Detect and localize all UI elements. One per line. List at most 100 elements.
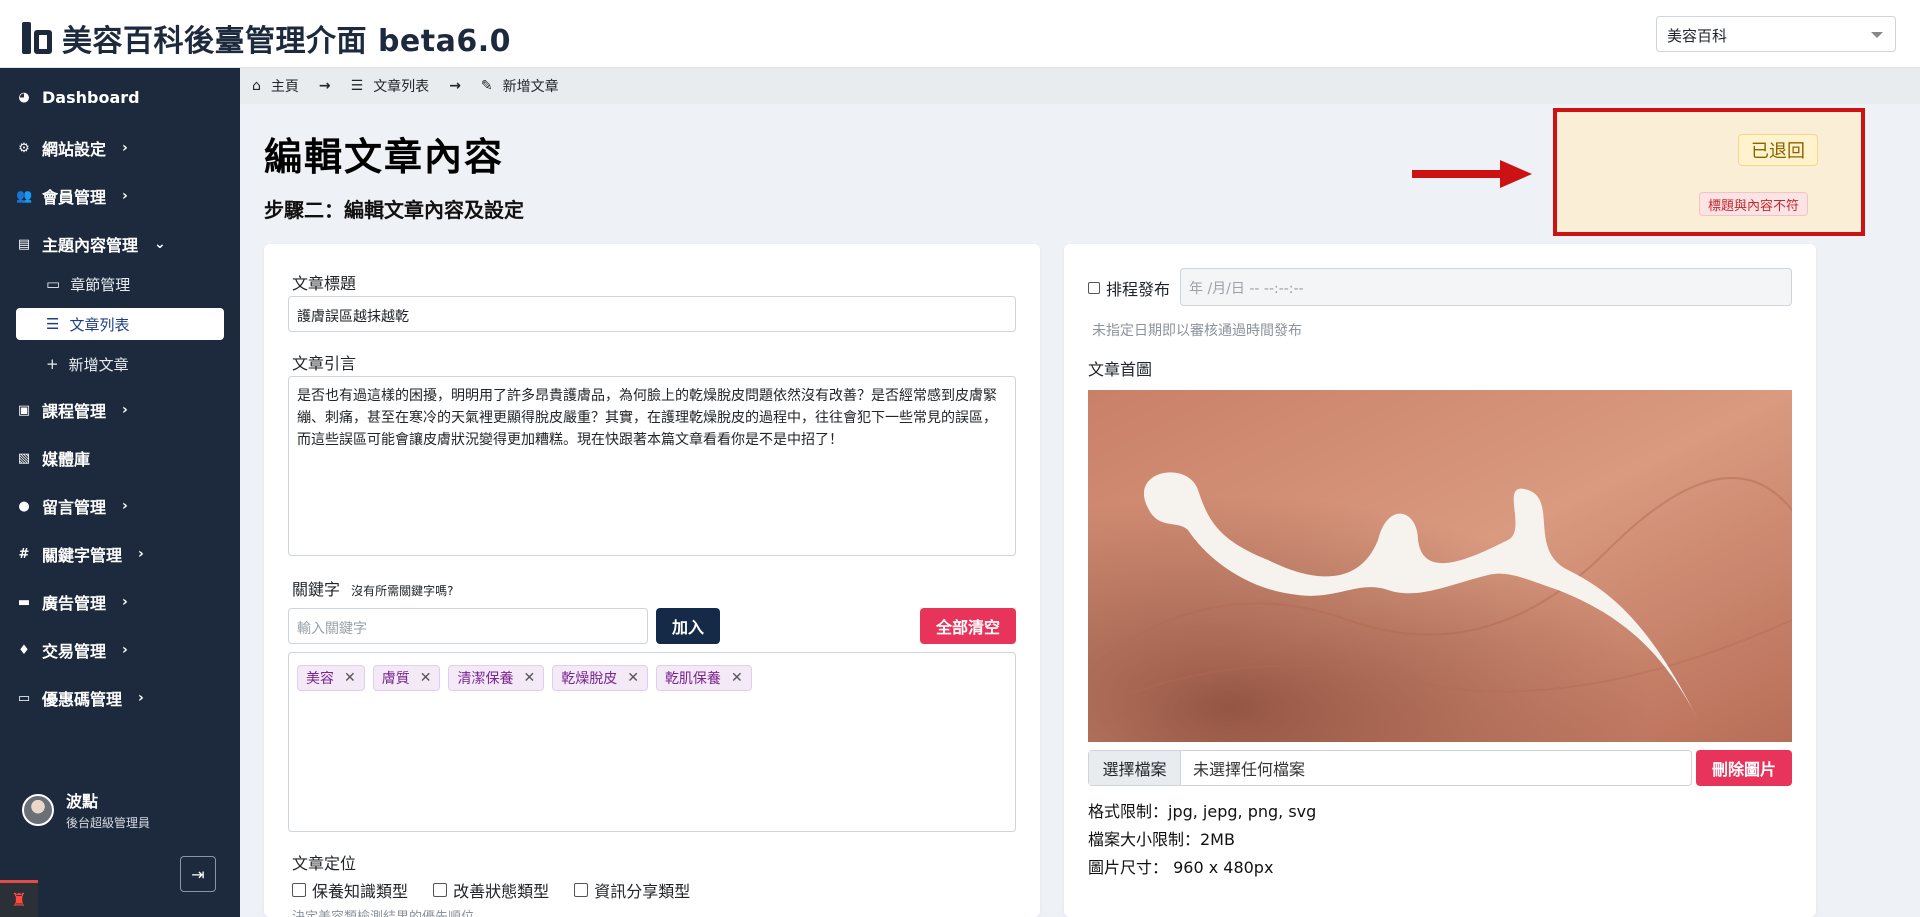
- sidebar-item-media[interactable]: ▧ 媒體庫: [16, 446, 90, 470]
- user-profile: 波點 後台超級管理員: [22, 788, 150, 831]
- schedule-label: 排程發布: [1106, 280, 1171, 299]
- palette-icon: ◕: [18, 90, 30, 105]
- sidebar-item-transactions[interactable]: ♦ 交易管理 ›: [16, 638, 128, 662]
- gear-icon: ⚙: [18, 140, 30, 156]
- keyword-tag[interactable]: 乾肌保養 ✕: [655, 665, 752, 691]
- sidebar-item-content[interactable]: ▤ 主題內容管理 ⌄: [16, 232, 166, 256]
- close-icon[interactable]: ✕: [420, 670, 432, 686]
- keyword-input[interactable]: 輸入關鍵字: [288, 608, 648, 644]
- logout-button[interactable]: ⇥: [180, 856, 216, 892]
- debugbar-icon[interactable]: ♜: [0, 880, 38, 917]
- excerpt-textarea[interactable]: 是否也有過這樣的困擾，明明用了許多昂貴護膚品，為何臉上的乾燥脫皮問題依然沒有改善…: [288, 376, 1016, 556]
- sidebar-sub-item-chapters[interactable]: ▭ 章節管理: [16, 268, 224, 300]
- sidebar-item-label: Dashboard: [42, 88, 140, 107]
- sidebar-item-coupons[interactable]: ▭ 優惠碼管理 ›: [16, 686, 144, 710]
- arrow-right-icon: →: [449, 78, 461, 94]
- choose-file-button[interactable]: 選擇檔案: [1089, 751, 1181, 785]
- page-subtitle: 步驟二：編輯文章內容及設定: [264, 198, 524, 222]
- close-icon[interactable]: ✕: [523, 670, 535, 686]
- keyword-tag-box[interactable]: 美容 ✕ 膚質 ✕ 清潔保養 ✕ 乾燥脫皮 ✕ 乾肌保養 ✕: [288, 652, 1016, 832]
- chevron-right-icon: ›: [122, 642, 128, 658]
- position-hint: 決定美容類檢測結果的優先順位: [292, 906, 474, 917]
- chevron-right-icon: ›: [138, 546, 144, 562]
- sidebar-item-site-settings[interactable]: ⚙ 網站設定 ›: [16, 136, 128, 160]
- sidebar-sub-item-label: 章節管理: [70, 275, 131, 294]
- site-selector-value: 美容百科: [1667, 27, 1728, 45]
- hdd-icon: ▭: [46, 275, 61, 293]
- home-icon: ⌂: [252, 78, 261, 94]
- keyword-tags: 美容 ✕ 膚質 ✕ 清潔保養 ✕ 乾燥脫皮 ✕ 乾肌保養 ✕: [297, 665, 752, 691]
- sidebar-item-comments[interactable]: ● 留言管理 ›: [16, 494, 128, 518]
- spec-format: 格式限制：jpg, jepg, png, svg: [1088, 802, 1317, 821]
- book-icon: ▣: [17, 402, 31, 418]
- sidebar-item-label: 主題內容管理: [42, 236, 139, 255]
- sidebar-item-label: 課程管理: [42, 402, 107, 421]
- chevron-right-icon: ›: [122, 498, 128, 514]
- sidebar-item-courses[interactable]: ▣ 課程管理 ›: [16, 398, 128, 422]
- sidebar-item-label: 優惠碼管理: [42, 690, 123, 709]
- keyword-tag[interactable]: 清潔保養 ✕: [448, 665, 545, 691]
- user-role: 後台超級管理員: [66, 816, 151, 830]
- schedule-checkbox[interactable]: 排程發布: [1088, 276, 1170, 300]
- sidebar-item-label: 關鍵字管理: [42, 546, 123, 565]
- ticket-icon: ▭: [17, 690, 31, 706]
- breadcrumb-article-list[interactable]: 文章列表: [373, 76, 429, 96]
- spec-dimension: 圖片尺寸： 960 x 480px: [1088, 858, 1274, 877]
- sidebar-item-dashboard[interactable]: ◕ Dashboard: [16, 88, 140, 107]
- sidebar-item-label: 會員管理: [42, 188, 107, 207]
- list-icon: ☰: [46, 315, 60, 333]
- sidebar-item-label: 留言管理: [42, 498, 107, 517]
- rejection-reason-badge: 標題與內容不符: [1699, 192, 1809, 216]
- article-content-card: 文章標題 護膚誤區越抹越乾 文章引言 是否也有過這樣的困擾，明明用了許多昂貴護膚…: [264, 244, 1040, 917]
- close-icon[interactable]: ✕: [731, 670, 743, 686]
- sidebar-sub-item-label: 文章列表: [69, 315, 130, 334]
- delete-image-button[interactable]: 刪除圖片: [1696, 750, 1792, 786]
- review-status-panel: 已退回 標題與內容不符: [1553, 108, 1865, 236]
- close-icon[interactable]: ✕: [627, 670, 639, 686]
- site-selector[interactable]: 美容百科: [1656, 16, 1896, 52]
- plus-icon: +: [46, 355, 59, 373]
- position-checkbox-share[interactable]: 資訊分享類型: [574, 878, 690, 902]
- chevron-right-icon: ›: [122, 594, 128, 610]
- keyword-label: 關鍵字 沒有所需關鍵字嗎?: [292, 580, 454, 599]
- arrow-right-icon: →: [318, 78, 331, 94]
- position-checkbox-knowledge[interactable]: 保養知識類型: [292, 878, 408, 902]
- breadcrumb: ⌂ 主頁 → ☰ 文章列表 → ✎ 新增文章: [240, 68, 1920, 104]
- app-title: 美容百科後臺管理介面 beta6.0: [62, 24, 511, 59]
- schedule-datetime-input[interactable]: 年 /月/日 -- --:--:--: [1180, 268, 1792, 306]
- cover-image-preview: [1088, 390, 1792, 742]
- list-icon: ☰: [350, 78, 364, 94]
- breadcrumb-current[interactable]: 新增文章: [503, 76, 559, 96]
- spec-size: 檔案大小限制：2MB: [1088, 830, 1235, 849]
- title-input[interactable]: 護膚誤區越抹越乾: [288, 296, 1016, 332]
- keyword-tag[interactable]: 膚質 ✕: [372, 665, 441, 691]
- schedule-hint: 未指定日期即以審核通過時間發布: [1092, 323, 1302, 339]
- brand[interactable]: 美容百科後臺管理介面 beta6.0: [22, 16, 511, 60]
- sidebar-item-label: 網站設定: [42, 140, 107, 159]
- keyword-tag[interactable]: 乾燥脫皮 ✕: [552, 665, 648, 691]
- keyword-hint-link[interactable]: 沒有所需關鍵字嗎?: [351, 584, 453, 598]
- chevron-down-icon: ⌄: [154, 236, 166, 252]
- clear-all-button[interactable]: 全部清空: [920, 608, 1016, 644]
- file-picker[interactable]: 選擇檔案 未選擇任何檔案: [1088, 750, 1692, 786]
- position-label: 文章定位: [292, 854, 357, 873]
- keyword-tag[interactable]: 美容 ✕: [297, 665, 365, 691]
- excerpt-label: 文章引言: [292, 354, 357, 373]
- sidebar-item-keywords[interactable]: # 關鍵字管理 ›: [16, 542, 144, 566]
- chevron-right-icon: ›: [138, 690, 144, 706]
- sidebar-item-members[interactable]: 👥 會員管理 ›: [16, 184, 128, 208]
- breadcrumb-home[interactable]: 主頁: [271, 76, 299, 96]
- position-checkbox-improve[interactable]: 改善狀態類型: [433, 878, 549, 902]
- chevron-down-icon: [1871, 32, 1883, 38]
- edit-icon: ✎: [480, 78, 493, 94]
- sidebar-sub-item-article-list[interactable]: ☰ 文章列表: [16, 308, 224, 340]
- users-icon: 👥: [16, 188, 33, 204]
- position-options: 保養知識類型 改善狀態類型 資訊分享類型: [292, 878, 710, 902]
- add-keyword-button[interactable]: 加入: [656, 608, 720, 644]
- sidebar-sub-item-new-article[interactable]: + 新增文章: [16, 348, 224, 380]
- close-icon[interactable]: ✕: [344, 670, 356, 686]
- money-bag-icon: ♦: [18, 642, 30, 658]
- status-badge: 已退回: [1738, 134, 1818, 166]
- sidebar-item-label: 媒體庫: [42, 450, 91, 469]
- sidebar-item-ads[interactable]: ▬ 廣告管理 ›: [16, 590, 128, 614]
